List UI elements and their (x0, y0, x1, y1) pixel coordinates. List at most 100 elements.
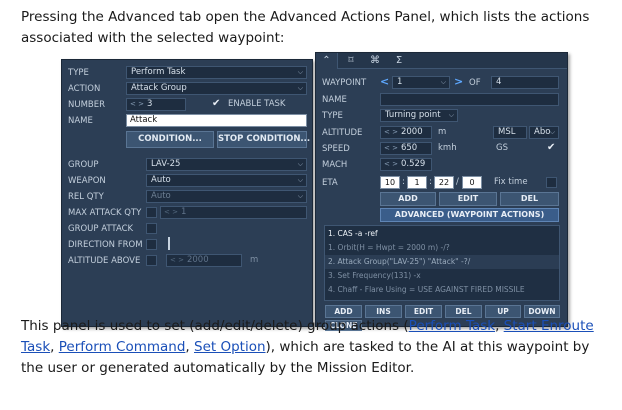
direction-dial-icon[interactable] (168, 237, 174, 250)
group-attack-label: GROUP ATTACK (68, 224, 134, 234)
type-dropdown[interactable]: Perform Task ⌵ (126, 66, 307, 79)
gs-label: GS (496, 143, 508, 153)
altitude-above-unit: m (250, 255, 259, 265)
stepper-arrows-icon: < > (170, 256, 184, 264)
next-waypoint-icon[interactable]: > (454, 76, 463, 88)
condition-button[interactable]: CONDITION... (126, 131, 214, 148)
tab-target[interactable]: ⌑ (340, 53, 362, 69)
rel-qty-dropdown[interactable]: Auto ⌵ (146, 190, 307, 203)
action-dropdown-value: Attack Group (131, 83, 187, 93)
eta-seconds-input[interactable]: 22 (434, 176, 454, 189)
description-text: , (495, 318, 504, 334)
name-input[interactable]: Attack (126, 114, 307, 127)
max-attack-qty-value: 1 (180, 207, 187, 217)
group-attack-checkbox[interactable] (146, 223, 157, 234)
altitude-label: ALTITUDE (322, 128, 363, 138)
waypoint-edit-button[interactable]: EDIT (439, 192, 497, 206)
description-text: , (185, 339, 194, 355)
max-attack-qty-stepper[interactable]: < >1 (160, 206, 307, 219)
direction-from-label: DIRECTION FROM (68, 240, 143, 250)
action-label: ACTION (68, 84, 101, 94)
altitude-above-label: ALTITUDE ABOVE (68, 256, 141, 266)
fix-time-label: Fix time (494, 177, 528, 187)
altitude-ref2-value: Abo (534, 127, 551, 137)
action-dropdown[interactable]: Attack Group ⌵ (126, 82, 307, 95)
enable-task-label: ENABLE TASK (228, 99, 286, 109)
waypoint-value: 1 (397, 77, 403, 87)
group-dropdown[interactable]: LAV-25 ⌵ (146, 158, 307, 171)
rel-qty-label: REL QTY (68, 192, 104, 202)
weapon-label: WEAPON (68, 176, 106, 186)
list-item[interactable]: 4. Chaff - Flare Using = USE AGAINST FIR… (325, 283, 559, 297)
speed-label: SPEED (322, 144, 350, 154)
speed-value: 650 (400, 143, 418, 153)
altitude-ref2-dropdown[interactable]: Abo ⌵ (529, 126, 559, 139)
list-item[interactable]: 1. CAS -a -ref (325, 227, 559, 241)
description-text: This panel is used to set (add/edit/dele… (21, 318, 409, 334)
chevron-down-icon: ⌵ (448, 111, 454, 119)
eta-minutes-input[interactable]: 1 (407, 176, 427, 189)
list-item[interactable]: 3. Set Frequency(131) -x (325, 269, 559, 283)
stepper-arrows-icon: < > (384, 128, 398, 136)
stepper-arrows-icon: < > (130, 100, 144, 108)
advanced-waypoint-actions-button[interactable]: ADVANCED (WAYPOINT ACTIONS) (380, 208, 559, 222)
weapon-dropdown-value: Auto (151, 175, 171, 185)
stop-condition-button[interactable]: STOP CONDITION... (217, 131, 310, 148)
description-text: , (50, 339, 59, 355)
waypoint-del-button[interactable]: DEL (500, 192, 559, 206)
mach-stepper[interactable]: < >0.529 (380, 158, 432, 171)
waypoint-count: 4 (491, 76, 559, 89)
list-item[interactable]: 2. Attack Group("LAV-25") "Attack" -?/ (325, 255, 559, 269)
number-value: 3 (146, 99, 153, 109)
intro-paragraph: Pressing the Advanced tab open the Advan… (21, 9, 590, 46)
list-item[interactable]: 1. Orbit(H = Hwpt = 2000 m) -/? (325, 241, 559, 255)
eta-hours-input[interactable]: 10 (380, 176, 400, 189)
waypoint-type-dropdown[interactable]: Turning point ⌵ (380, 109, 458, 122)
altitude-above-checkbox[interactable] (146, 255, 157, 266)
altitude-above-stepper[interactable]: < >2000 (166, 254, 242, 267)
chevron-down-icon: ⌵ (297, 192, 303, 200)
chevron-down-icon: ⌵ (297, 84, 303, 92)
waypoint-dropdown[interactable]: 1 ⌵ (392, 76, 450, 89)
gs-checkbox[interactable]: ✔ (547, 142, 555, 153)
name-label: NAME (68, 116, 93, 126)
eta-label: ETA (322, 178, 338, 188)
sigma-icon: Σ (395, 55, 403, 66)
altitude-ref-dropdown[interactable]: MSL (493, 126, 527, 139)
prev-waypoint-icon[interactable]: < (380, 76, 389, 88)
action-edit-panel: TYPE Perform Task ⌵ ACTION Attack Group … (61, 59, 313, 327)
tab-waypoint[interactable]: ⌃ (316, 53, 338, 69)
panel-tab-bar: ⌃ ⌑ ⌘ Σ (316, 53, 567, 69)
waypoint-add-button[interactable]: ADD (380, 192, 436, 206)
chevron-down-icon: ⌵ (297, 176, 303, 184)
speed-stepper[interactable]: < >650 (380, 142, 432, 155)
actions-list[interactable]: 1. CAS -a -ref 1. Orbit(H = Hwpt = 2000 … (324, 225, 560, 301)
number-label: NUMBER (68, 100, 106, 110)
waypoint-label: WAYPOINT (322, 78, 367, 88)
tab-payload[interactable]: ⌘ (364, 53, 386, 69)
direction-from-checkbox[interactable] (146, 239, 157, 250)
tab-summary[interactable]: Σ (388, 53, 410, 69)
altitude-stepper[interactable]: < >2000 (380, 126, 432, 139)
weapon-dropdown[interactable]: Auto ⌵ (146, 174, 307, 187)
type-dropdown-value: Perform Task (131, 67, 186, 77)
chevron-down-icon: ⌵ (297, 68, 303, 76)
eta-separator: / (456, 177, 459, 187)
set-option-link[interactable]: Set Option (194, 339, 266, 355)
enable-task-checkbox[interactable]: ✔ (212, 98, 220, 109)
fix-time-checkbox[interactable] (546, 177, 557, 188)
waypoint-name-input[interactable] (380, 93, 559, 106)
altitude-above-value: 2000 (186, 255, 209, 265)
stepper-arrows-icon: < > (384, 160, 398, 168)
stepper-arrows-icon: < > (384, 144, 398, 152)
eta-days-input[interactable]: 0 (462, 176, 482, 189)
of-label: OF (469, 78, 481, 88)
eta-separator: : (429, 177, 432, 187)
number-stepper[interactable]: < >3 (126, 98, 186, 111)
max-attack-qty-checkbox[interactable] (146, 207, 157, 218)
stepper-arrows-icon: < > (164, 208, 178, 216)
perform-task-link[interactable]: Perform Task (409, 318, 495, 334)
perform-command-link[interactable]: Perform Command (59, 339, 186, 355)
target-icon: ⌑ (348, 55, 354, 66)
speed-unit: kmh (438, 143, 457, 153)
